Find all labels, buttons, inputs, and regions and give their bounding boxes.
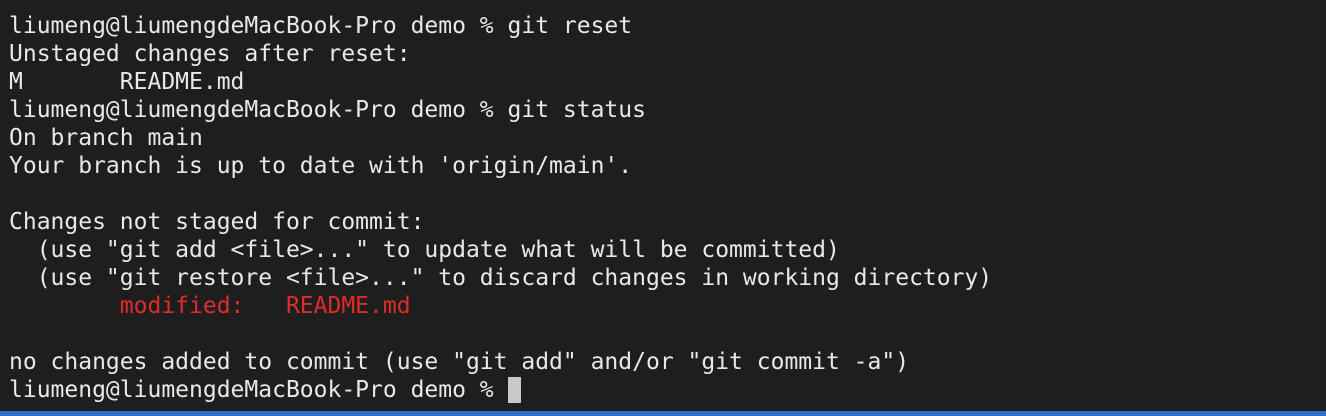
terminal-line: no changes added to commit (use "git add…: [9, 349, 910, 375]
modified-file-line: modified: README.md: [9, 293, 411, 319]
window-bottom-border: [0, 411, 1326, 416]
terminal-line: (use "git restore <file>..." to discard …: [9, 265, 993, 291]
terminal-line: Changes not staged for commit:: [9, 209, 425, 235]
terminal-line: On branch main: [9, 125, 203, 151]
text-cursor: [507, 377, 521, 403]
terminal-line: liumeng@liumengdeMacBook-Pro demo % git …: [9, 13, 633, 39]
terminal-line: liumeng@liumengdeMacBook-Pro demo % git …: [9, 97, 646, 123]
shell-prompt: liumeng@liumengdeMacBook-Pro demo %: [9, 377, 508, 403]
prompt-line[interactable]: liumeng@liumengdeMacBook-Pro demo %: [9, 376, 1326, 404]
terminal-line: Your branch is up to date with 'origin/m…: [9, 153, 633, 179]
terminal-line: M README.md: [9, 69, 245, 95]
terminal-line: Unstaged changes after reset:: [9, 41, 411, 67]
terminal-window[interactable]: liumeng@liumengdeMacBook-Pro demo % git …: [0, 0, 1326, 416]
terminal-line: (use "git add <file>..." to update what …: [9, 237, 840, 263]
